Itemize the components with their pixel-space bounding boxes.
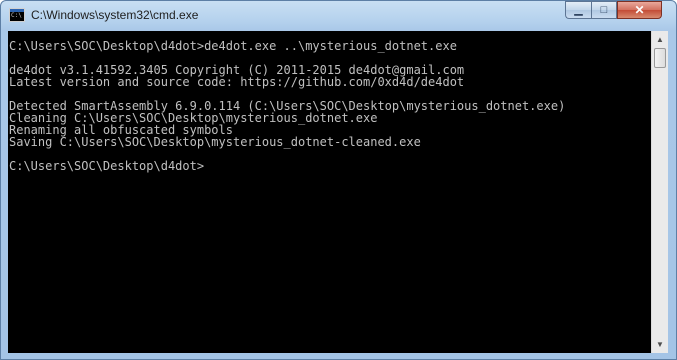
console-line: Saving C:\Users\SOC\Desktop\mysterious_d…: [9, 135, 421, 149]
window-title: C:\Windows\system32\cmd.exe: [31, 8, 199, 22]
scroll-up-icon[interactable]: ▲: [652, 31, 668, 48]
console-text: C:\Users\SOC\Desktop\d4dot>de4dot.exe ..…: [8, 31, 651, 172]
vertical-scrollbar[interactable]: ▲ ▼: [651, 31, 668, 353]
minimize-button[interactable]: ▁: [565, 1, 591, 19]
window-frame-bottom: [1, 353, 676, 359]
close-button[interactable]: ✕: [617, 1, 662, 19]
title-bar[interactable]: C:\ C:\Windows\system32\cmd.exe ▁ □ ✕: [1, 1, 676, 31]
maximize-button[interactable]: □: [591, 1, 617, 19]
console-output[interactable]: C:\Users\SOC\Desktop\d4dot>de4dot.exe ..…: [8, 31, 651, 353]
console-line: Latest version and source code: https://…: [9, 75, 465, 89]
console-line: C:\Users\SOC\Desktop\d4dot>: [9, 159, 205, 173]
cmd-icon-text: C:\: [11, 12, 22, 19]
console-line: C:\Users\SOC\Desktop\d4dot>de4dot.exe ..…: [9, 39, 457, 53]
cmd-window: C:\ C:\Windows\system32\cmd.exe ▁ □ ✕ C:…: [0, 0, 677, 360]
scroll-down-icon[interactable]: ▼: [652, 336, 668, 353]
window-frame-right: [668, 31, 676, 353]
cmd-icon[interactable]: C:\: [9, 8, 25, 22]
scroll-thumb[interactable]: [654, 48, 666, 68]
